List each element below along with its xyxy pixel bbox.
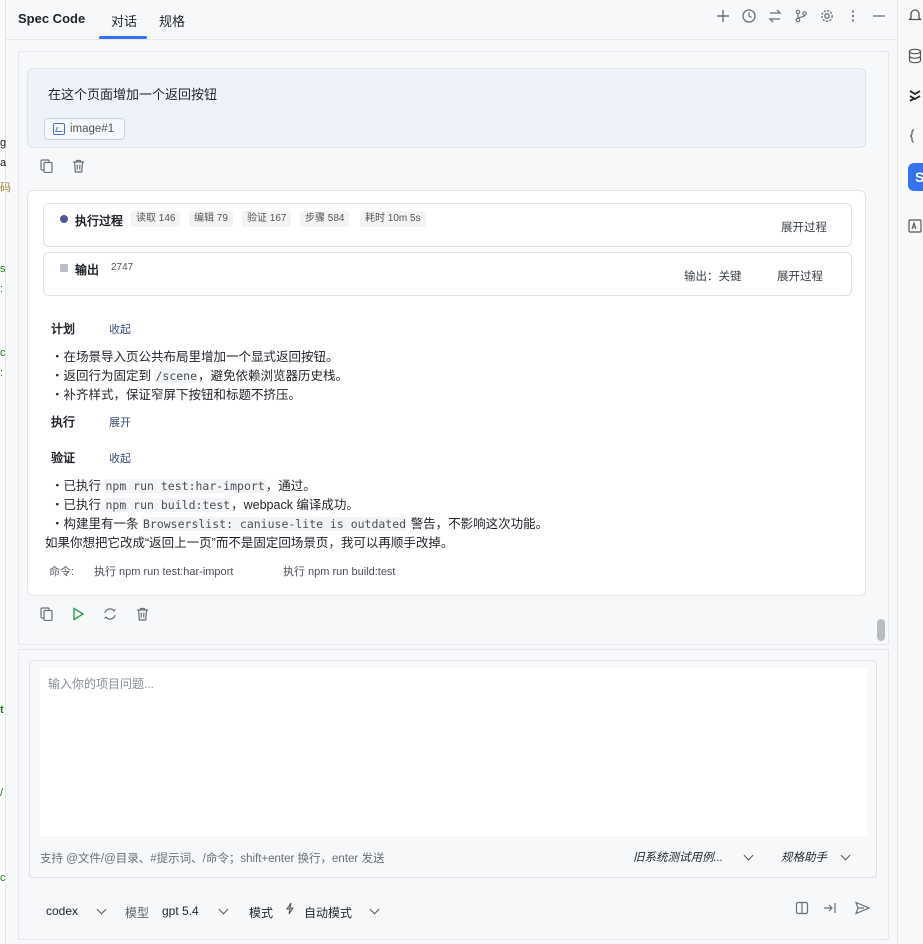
question-input[interactable]	[40, 668, 867, 836]
top-bar: Spec Code 对话 规格	[6, 0, 897, 40]
translate-icon[interactable]	[908, 218, 923, 236]
editor-fragment: /	[0, 787, 4, 799]
split-icon[interactable]	[794, 901, 810, 917]
trash-icon[interactable]	[70, 159, 86, 175]
plan-item: ・返回行为固定到 /scene，避免依赖浏览器历史栈。	[51, 369, 349, 383]
editor-fragment: t	[0, 704, 4, 716]
swap-icon[interactable]	[766, 9, 784, 27]
verify-collapse-toggle[interactable]: 收起	[109, 450, 131, 466]
bell-icon[interactable]	[907, 7, 923, 25]
trash-icon[interactable]	[134, 607, 150, 623]
output-title: 输出	[75, 263, 100, 277]
chevron-down-icon[interactable]	[840, 851, 852, 863]
attachment-label: image#1	[70, 123, 115, 135]
tab-spec[interactable]: 规格	[159, 11, 185, 30]
execute-expand-toggle[interactable]: 展开	[109, 414, 131, 430]
model-select[interactable]: gpt 5.4	[162, 904, 199, 918]
more-icon[interactable]	[844, 9, 862, 27]
lightning-icon	[285, 902, 295, 918]
verify-item: ・构建里有一条 Browserslist: caniuse-lite is ou…	[51, 517, 549, 531]
send-icon[interactable]	[854, 901, 871, 917]
chevron-down-icon[interactable]	[218, 905, 230, 917]
stat-verify: 验证 167	[242, 211, 292, 227]
process-bar[interactable]: 执行过程 读取 146 编辑 79 验证 167 步骤 584 耗时 10m 5…	[43, 203, 852, 247]
editor-fragment: a	[0, 157, 7, 169]
output-bar[interactable]: 输出 2747 输出：关键 展开过程	[43, 252, 852, 296]
user-message-text: 在这个页面增加一个返回按钮	[48, 87, 218, 102]
plan-item: ・在场景导入页公共布局里增加一个显式返回按钮。	[51, 350, 339, 364]
plan-collapse-toggle[interactable]: 收起	[109, 321, 131, 337]
plus-icon[interactable]	[714, 9, 732, 27]
commands-label: 命令:	[49, 566, 75, 578]
assistant-select[interactable]: 规格助手	[781, 849, 827, 865]
plugin-icon[interactable]	[908, 88, 923, 106]
input-hint: 支持 @文件/@目录、#提示词、/命令；shift+enter 换行，enter…	[40, 853, 385, 865]
gear-icon[interactable]	[818, 9, 836, 27]
image-icon	[53, 123, 65, 135]
editor-fragment: g	[0, 137, 7, 149]
stat-steps: 步骤 584	[300, 211, 350, 227]
active-tab-indicator	[99, 36, 147, 39]
test-case-select[interactable]: 旧系统测试用例...	[633, 849, 723, 865]
assistant-reply-card: 执行过程 读取 146 编辑 79 验证 167 步骤 584 耗时 10m 5…	[27, 190, 866, 596]
minimize-icon[interactable]	[870, 9, 888, 27]
chevron-down-icon[interactable]	[369, 905, 381, 917]
status-dot	[60, 215, 68, 223]
process-title: 执行过程	[75, 214, 124, 228]
stat-read: 读取 146	[131, 211, 181, 227]
plan-item: ・补齐样式，保证窄屏下按钮和标题不挤压。	[51, 388, 302, 402]
verify-heading: 验证	[51, 451, 76, 465]
stat-edit: 编辑 79	[189, 211, 233, 227]
chevron-down-icon[interactable]	[743, 851, 755, 863]
agent-select[interactable]: codex	[46, 904, 78, 918]
command-link[interactable]: 执行 npm run build:test	[283, 563, 396, 579]
expand-output-link[interactable]: 展开过程	[777, 268, 823, 284]
editor-fragment: c	[0, 872, 6, 884]
conversation-scrollbar[interactable]	[877, 619, 885, 641]
play-icon[interactable]	[70, 607, 86, 623]
image-attachment-chip[interactable]: image#1	[44, 118, 126, 140]
history-icon[interactable]	[740, 9, 758, 27]
editor-fragment: s	[0, 263, 6, 275]
branch-icon[interactable]	[792, 9, 810, 27]
execute-heading: 执行	[51, 415, 76, 429]
copy-icon[interactable]	[38, 159, 54, 175]
verify-item: ・已执行 npm run test:har-import，通过。	[51, 479, 316, 493]
verify-item: ・已执行 npm run build:test，webpack 编译成功。	[51, 498, 359, 512]
editor-edge-strip: g a 码 s : c : t / c	[0, 0, 11, 944]
expand-process-link[interactable]: 展开过程	[781, 219, 827, 235]
copy-icon[interactable]	[38, 607, 54, 623]
refresh-icon[interactable]	[102, 607, 118, 623]
chevron-down-icon[interactable]	[96, 905, 108, 917]
output-count: 2747	[111, 262, 134, 273]
closing-text: 如果你想把它改成“返回上一页”而不是固定回场景页，我可以再顺手改掉。	[45, 536, 454, 550]
editor-fragment: :	[0, 283, 4, 295]
mode-label: 模式	[249, 906, 274, 920]
database-icon[interactable]	[908, 48, 923, 66]
insert-icon[interactable]	[823, 901, 839, 917]
editor-fragment: 码	[0, 182, 11, 194]
right-tool-strip: S	[897, 0, 923, 944]
stat-time: 耗时 10m 5s	[360, 211, 426, 227]
braces-icon[interactable]	[908, 128, 923, 146]
spec-code-tool-button[interactable]: S	[908, 163, 923, 191]
tab-chat[interactable]: 对话	[111, 11, 137, 30]
plan-heading: 计划	[51, 322, 76, 336]
editor-fragment: c	[0, 347, 6, 359]
model-label: 模型	[125, 906, 150, 920]
output-mode-select[interactable]: 输出：关键	[684, 268, 742, 284]
command-link[interactable]: 执行 npm run test:har-import	[94, 563, 233, 579]
output-square-icon	[60, 264, 68, 272]
mode-select[interactable]: 自动模式	[304, 904, 352, 921]
user-message-card: 在这个页面增加一个返回按钮 image#1	[27, 68, 866, 148]
editor-fragment: :	[0, 367, 4, 379]
app-title: Spec Code	[18, 11, 86, 26]
